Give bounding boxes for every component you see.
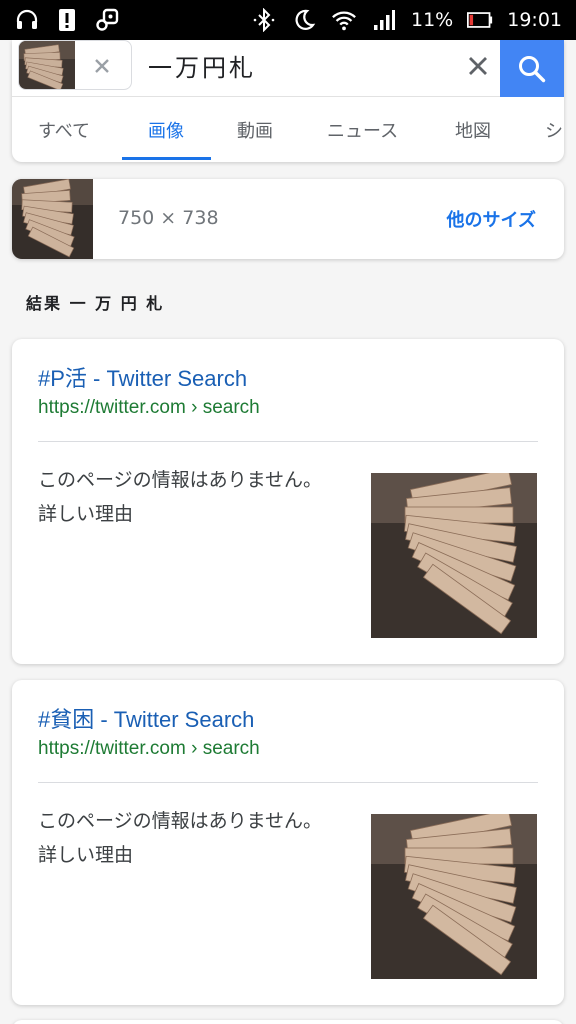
status-bar-right: 11% 19:01 bbox=[251, 7, 562, 33]
search-image-chip[interactable] bbox=[18, 40, 132, 90]
notification-alert-icon bbox=[54, 7, 80, 33]
remove-image-icon[interactable] bbox=[85, 49, 119, 83]
result-card-partial bbox=[12, 1020, 564, 1024]
why-link[interactable]: 詳しい理由 bbox=[38, 844, 133, 866]
status-bar: 11% 19:01 bbox=[0, 0, 576, 40]
result-thumbnail[interactable] bbox=[371, 814, 537, 979]
close-icon bbox=[469, 57, 487, 75]
battery-icon bbox=[467, 7, 493, 33]
clock: 19:01 bbox=[507, 9, 562, 31]
active-tab-indicator bbox=[122, 157, 211, 160]
search-bar: 一万円札 bbox=[12, 40, 564, 97]
divider bbox=[38, 782, 538, 783]
search-button[interactable] bbox=[500, 40, 564, 97]
result-title-link[interactable]: #貧困 - Twitter Search bbox=[38, 702, 254, 734]
bluetooth-icon bbox=[251, 7, 277, 33]
tab-more[interactable]: シ bbox=[545, 117, 563, 143]
banknotes-fan-image bbox=[371, 814, 537, 979]
result-snippet: このページの情報はありません。 bbox=[38, 469, 323, 491]
banknotes-fan-image bbox=[371, 473, 537, 638]
tab-videos[interactable]: 動画 bbox=[237, 117, 273, 143]
result-description: このページの情報はありません。 詳しい理由 bbox=[38, 804, 348, 872]
results-heading: 結果 一 万 円 札 bbox=[26, 294, 165, 313]
image-info-card[interactable]: 750 × 738 他のサイズ bbox=[12, 179, 564, 259]
result-url[interactable]: https://twitter.com › search bbox=[38, 738, 260, 760]
tab-news[interactable]: ニュース bbox=[327, 117, 398, 143]
status-bar-left bbox=[14, 7, 120, 33]
banknotes-thumbnail bbox=[19, 41, 75, 89]
wifi-icon bbox=[331, 7, 357, 33]
search-icon bbox=[519, 55, 546, 82]
link-icon bbox=[94, 7, 120, 33]
banknotes-image bbox=[12, 179, 93, 259]
result-title-link[interactable]: #P活 - Twitter Search bbox=[38, 361, 247, 393]
clear-search-button[interactable] bbox=[460, 48, 496, 84]
more-sizes-link[interactable]: 他のサイズ bbox=[447, 206, 536, 232]
tab-images[interactable]: 画像 bbox=[148, 117, 184, 143]
signal-icon bbox=[371, 7, 397, 33]
tab-all[interactable]: すべて bbox=[38, 117, 90, 143]
result-url[interactable]: https://twitter.com › search bbox=[38, 397, 260, 419]
result-snippet: このページの情報はありません。 bbox=[38, 810, 323, 832]
result-thumbnail[interactable] bbox=[371, 473, 537, 638]
moon-icon bbox=[291, 7, 317, 33]
headset-icon bbox=[14, 7, 40, 33]
result-card: #P活 - Twitter Search https://twitter.com… bbox=[12, 339, 564, 664]
image-dimensions: 750 × 738 bbox=[118, 207, 219, 229]
search-query[interactable]: 一万円札 bbox=[148, 48, 256, 83]
why-link[interactable]: 詳しい理由 bbox=[38, 503, 133, 525]
result-card: #貧困 - Twitter Search https://twitter.com… bbox=[12, 680, 564, 1005]
battery-percent: 11% bbox=[411, 9, 454, 31]
search-tabs: すべて 画像 動画 ニュース 地図 シ bbox=[12, 97, 564, 162]
tab-maps[interactable]: 地図 bbox=[455, 117, 491, 143]
search-header: 一万円札 すべて 画像 動画 ニュース 地図 シ bbox=[12, 40, 564, 162]
result-description: このページの情報はありません。 詳しい理由 bbox=[38, 463, 348, 531]
divider bbox=[38, 441, 538, 442]
